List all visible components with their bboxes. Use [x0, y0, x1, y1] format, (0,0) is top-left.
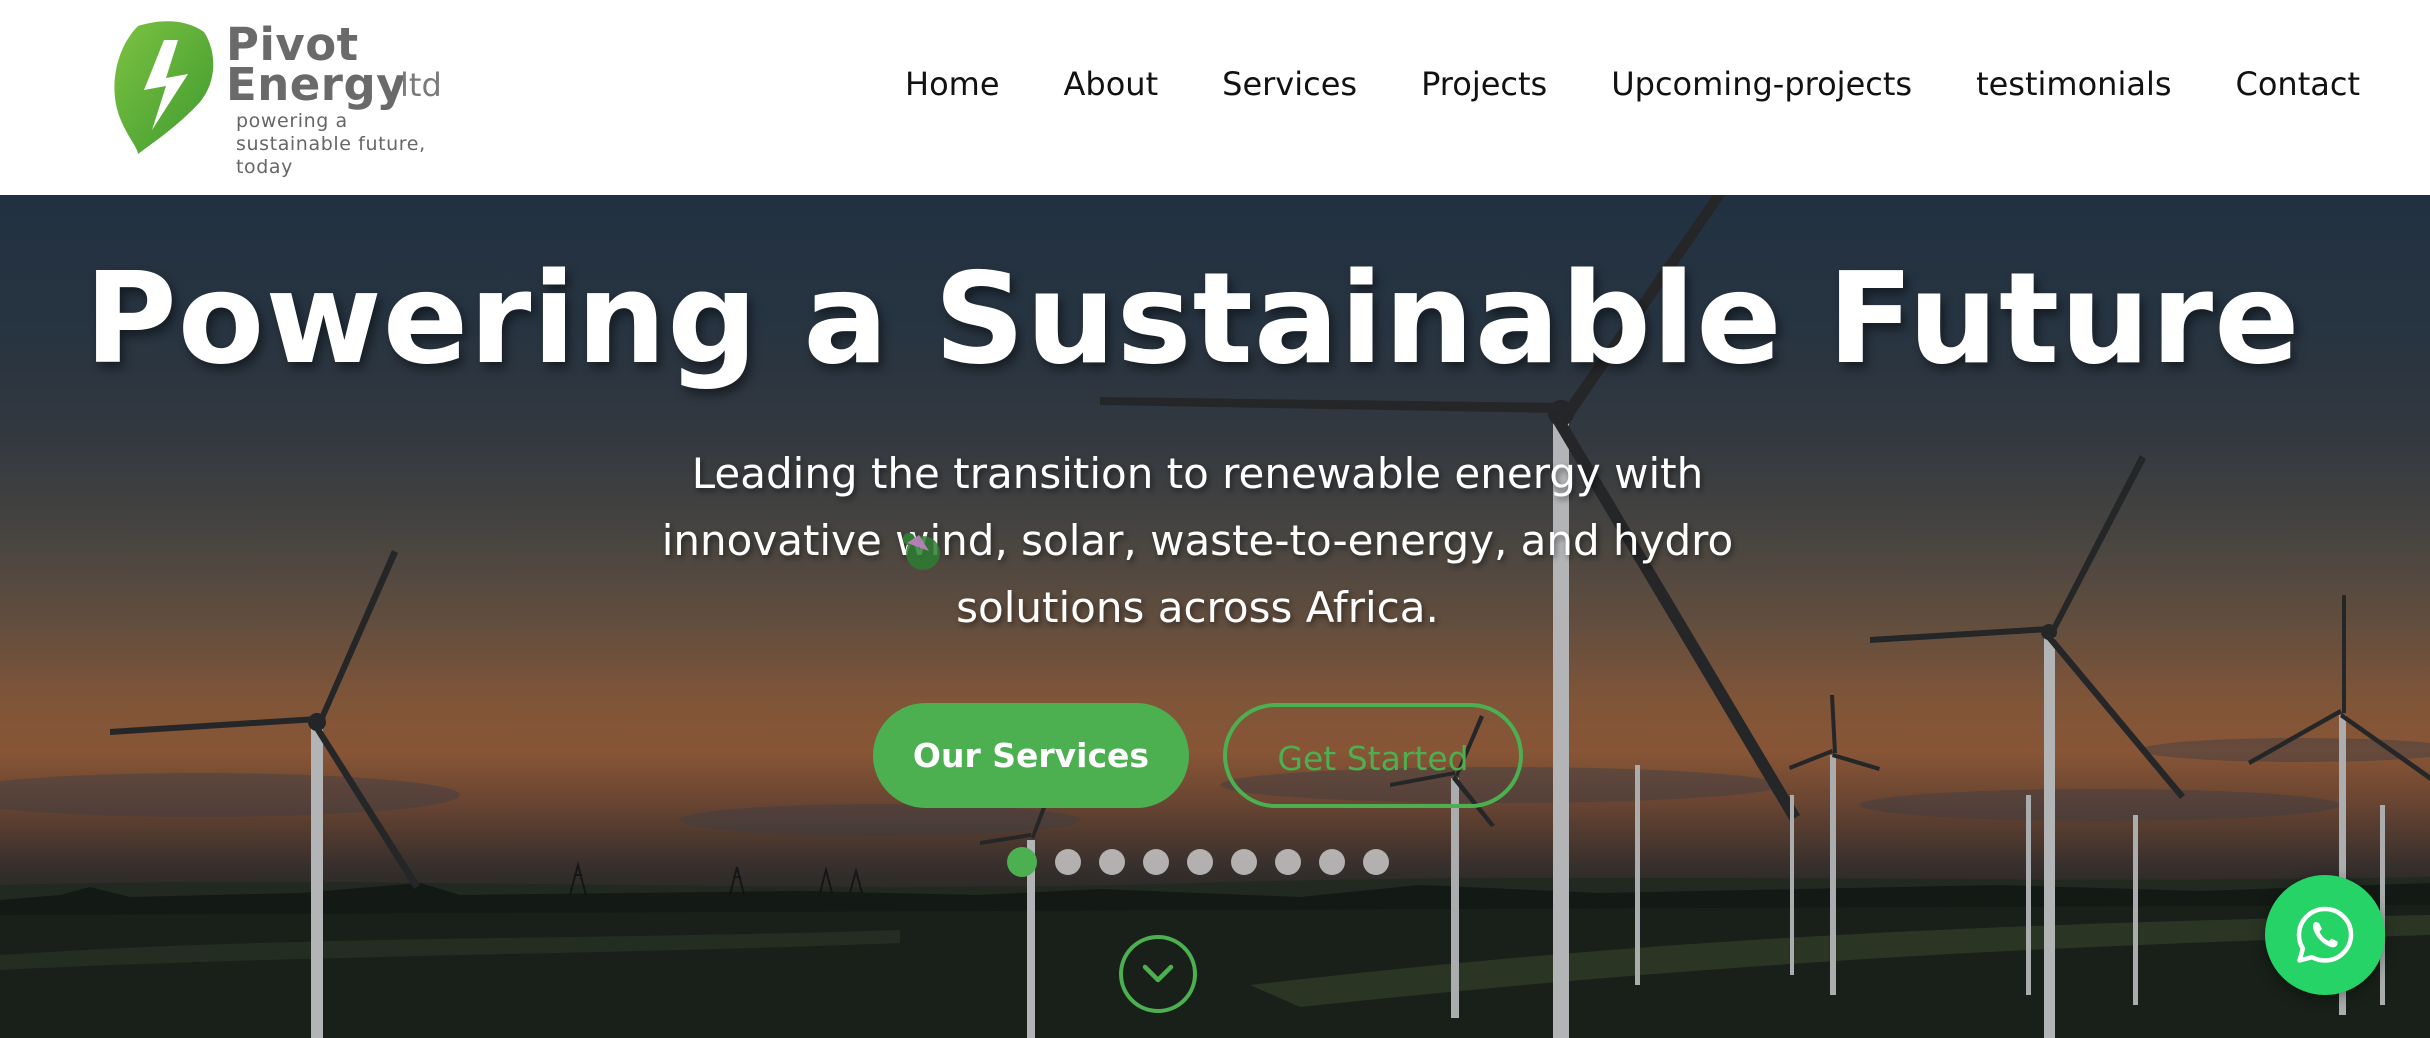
logo-name-line2: Energy: [226, 58, 407, 111]
logo-tagline: powering a sustainable future, today: [236, 110, 426, 178]
get-started-button[interactable]: Get Started: [1223, 703, 1523, 808]
hero-subtitle: Leading the transition to renewable ener…: [661, 449, 1734, 632]
slider-dot-5[interactable]: [1187, 849, 1213, 875]
slider-dot-6[interactable]: [1231, 849, 1257, 875]
nav-item-projects[interactable]: Projects: [1421, 65, 1547, 103]
nav-item-contact[interactable]: Contact: [2236, 65, 2361, 103]
cursor-icon: [903, 533, 940, 570]
nav-item-home[interactable]: Home: [905, 65, 1000, 103]
hero-section: Powering a Sustainable Future Leading th…: [0, 195, 2430, 1038]
slider-dot-7[interactable]: [1275, 849, 1301, 875]
slider-dot-3[interactable]: [1099, 849, 1125, 875]
our-services-button[interactable]: Our Services: [873, 703, 1189, 808]
lightning-leaf-icon: [114, 21, 214, 155]
slider-dot-8[interactable]: [1319, 849, 1345, 875]
nav-item-services[interactable]: Services: [1222, 65, 1357, 103]
main-nav: Home About Services Projects Upcoming-pr…: [905, 62, 2360, 106]
slider-dot-4[interactable]: [1143, 849, 1169, 875]
slider-dot-1[interactable]: [1007, 847, 1037, 877]
whatsapp-icon: [2296, 906, 2354, 963]
nav-item-about[interactable]: About: [1064, 65, 1159, 103]
site-header: Pivot Energy ltd powering a sustainable …: [0, 0, 2430, 195]
hero-title: Powering a Sustainable Future: [84, 245, 2301, 392]
slider-dot-2[interactable]: [1055, 849, 1081, 875]
logo-suffix: ltd: [400, 66, 442, 104]
logo[interactable]: Pivot Energy ltd powering a sustainable …: [108, 14, 468, 178]
nav-item-upcoming-projects[interactable]: Upcoming-projects: [1611, 65, 1912, 103]
chevron-down-icon: [1142, 964, 1174, 983]
whatsapp-button[interactable]: [2265, 875, 2385, 995]
nav-item-testimonials[interactable]: testimonials: [1976, 65, 2171, 103]
slider-dots: [1007, 847, 1407, 877]
slider-dot-9[interactable]: [1363, 849, 1389, 875]
scroll-down-button[interactable]: [1119, 935, 1197, 1013]
